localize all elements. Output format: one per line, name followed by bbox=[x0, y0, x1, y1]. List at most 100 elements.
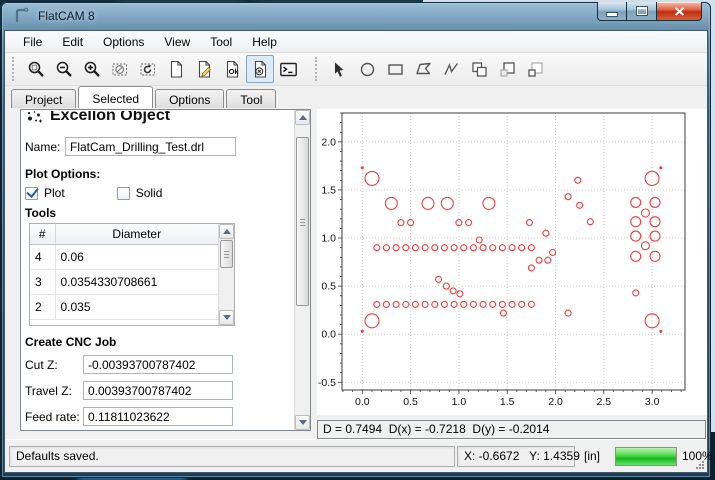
toolbar-editor-ok-button[interactable]: Ok bbox=[218, 55, 246, 83]
toolbar: Ok bbox=[5, 53, 707, 86]
toolbar-draw-rectangle-button[interactable] bbox=[381, 55, 409, 83]
toolbar-union-button[interactable] bbox=[465, 55, 493, 83]
resize-grip[interactable] bbox=[693, 458, 705, 470]
footer-note: Select from the tools section above bbox=[25, 428, 212, 431]
tab-options[interactable]: Options bbox=[155, 89, 224, 108]
shell-icon bbox=[279, 60, 298, 79]
toolbar-subtract-button[interactable] bbox=[493, 55, 521, 83]
toolbar-editor-cancel-button[interactable] bbox=[246, 55, 274, 83]
menu-options[interactable]: Options bbox=[93, 32, 154, 52]
table-cell[interactable]: 0.0354330708661 bbox=[55, 269, 219, 294]
title-bar[interactable]: FlatCAM 8 bbox=[1, 2, 711, 30]
toolbar-replot-button[interactable] bbox=[134, 55, 162, 83]
table-row[interactable]: 20.035 bbox=[30, 294, 219, 319]
checkbox-icon[interactable] bbox=[25, 187, 38, 200]
status-message: Defaults saved. bbox=[9, 446, 455, 467]
svg-text:-0.5: -0.5 bbox=[318, 377, 336, 389]
plot-canvas[interactable]: 0.00.51.01.52.02.53.02.01.51.00.50.0-0.5 bbox=[317, 109, 707, 415]
toolbar-clear-plot-button[interactable] bbox=[106, 55, 134, 83]
menu-help[interactable]: Help bbox=[242, 32, 287, 52]
scatter-plot[interactable]: 0.00.51.01.52.02.53.02.01.51.00.50.0-0.5 bbox=[317, 109, 707, 415]
svg-text:3.0: 3.0 bbox=[645, 396, 660, 408]
draw-rectangle-icon bbox=[386, 60, 405, 79]
panel-scrollbar[interactable] bbox=[294, 110, 310, 430]
replot-icon bbox=[139, 60, 158, 79]
table-row[interactable]: 30.0354330708661 bbox=[30, 269, 219, 294]
checkbox-icon[interactable] bbox=[117, 187, 130, 200]
name-label: Name: bbox=[25, 140, 65, 154]
edit-geometry-icon bbox=[195, 60, 214, 79]
toolbar-draw-path-button[interactable] bbox=[437, 55, 465, 83]
plot-options-label: Plot Options: bbox=[25, 167, 100, 181]
cut-z-row: Cut Z: bbox=[25, 355, 233, 374]
table-row[interactable]: 40.06 bbox=[30, 244, 219, 269]
toolbar-draw-polygon-button[interactable] bbox=[409, 55, 437, 83]
feed-rate-input[interactable] bbox=[83, 407, 233, 426]
units-label: [in] bbox=[584, 449, 600, 463]
svg-text:2.0: 2.0 bbox=[321, 136, 336, 148]
toolbar-intersect-button[interactable] bbox=[521, 55, 549, 83]
minimize-button[interactable] bbox=[597, 2, 627, 21]
measure-status: D = 0.7494 D(x) = -0.7218 D(y) = -0.2014 bbox=[317, 420, 706, 439]
toolbar-draw-circle-button[interactable] bbox=[353, 55, 381, 83]
scroll-up-icon[interactable] bbox=[219, 224, 234, 239]
cut-z-input[interactable] bbox=[83, 355, 233, 374]
svg-text:2.5: 2.5 bbox=[597, 396, 612, 408]
table-cell[interactable]: 4 bbox=[30, 244, 55, 269]
subtract-icon bbox=[498, 60, 517, 79]
toolbar-edit-geometry-button[interactable] bbox=[190, 55, 218, 83]
cut-z-label: Cut Z: bbox=[25, 358, 83, 372]
tools-table-header: #Diameter bbox=[30, 224, 219, 244]
tools-table: #Diameter 40.0630.035433070866120.035 bbox=[29, 223, 235, 326]
solid-checkbox[interactable]: Solid bbox=[117, 186, 163, 200]
maximize-button[interactable] bbox=[627, 2, 656, 21]
tools-label: Tools bbox=[25, 206, 56, 220]
menu-view[interactable]: View bbox=[154, 32, 200, 52]
menu-file[interactable]: File bbox=[13, 32, 52, 52]
name-input[interactable] bbox=[65, 137, 236, 156]
new-file-icon bbox=[167, 60, 186, 79]
close-button[interactable] bbox=[656, 2, 702, 21]
travel-z-label: Travel Z: bbox=[25, 384, 83, 398]
toolbar-new-file-button[interactable] bbox=[162, 55, 190, 83]
toolbar-zoom-in-button[interactable] bbox=[78, 55, 106, 83]
zoom-in-icon bbox=[83, 60, 102, 79]
travel-z-row: Travel Z: bbox=[25, 381, 233, 400]
toolbar-drag-handle[interactable] bbox=[12, 57, 16, 81]
table-cell[interactable]: 0.035 bbox=[55, 294, 219, 319]
table-cell[interactable]: 2 bbox=[30, 294, 55, 319]
menu-tool[interactable]: Tool bbox=[200, 32, 242, 52]
pointer-icon bbox=[330, 60, 349, 79]
scrollbar-thumb[interactable] bbox=[220, 240, 233, 268]
name-row: Name: bbox=[25, 137, 236, 156]
menu-edit[interactable]: Edit bbox=[52, 32, 93, 52]
travel-z-input[interactable] bbox=[83, 381, 233, 400]
toolbar-zoom-fit-button[interactable] bbox=[22, 55, 50, 83]
plot-checkbox[interactable]: Plot bbox=[25, 186, 65, 200]
toolbar-zoom-out-button[interactable] bbox=[50, 55, 78, 83]
svg-text:0.0: 0.0 bbox=[321, 329, 336, 341]
tab-tool[interactable]: Tool bbox=[226, 89, 276, 108]
table-cell[interactable]: 0.06 bbox=[55, 244, 219, 269]
clear-plot-icon bbox=[111, 60, 130, 79]
toolbar-shell-button[interactable] bbox=[274, 55, 302, 83]
svg-text:1.5: 1.5 bbox=[321, 184, 336, 196]
table-cell[interactable]: 3 bbox=[30, 269, 55, 294]
toolbar-drag-handle[interactable] bbox=[315, 57, 319, 81]
tab-project[interactable]: Project bbox=[11, 89, 76, 108]
tools-table-scrollbar[interactable] bbox=[218, 224, 234, 325]
scroll-down-icon[interactable] bbox=[295, 415, 310, 430]
scroll-down-icon[interactable] bbox=[219, 310, 234, 325]
scroll-up-icon[interactable] bbox=[295, 110, 310, 125]
scrollbar-thumb[interactable] bbox=[296, 137, 309, 306]
tab-selected[interactable]: Selected bbox=[78, 86, 153, 108]
progress-bar bbox=[615, 447, 677, 466]
window-title: FlatCAM 8 bbox=[38, 9, 95, 23]
column-header-diameter[interactable]: Diameter bbox=[55, 224, 219, 244]
close-icon bbox=[674, 7, 685, 16]
column-header-num[interactable]: # bbox=[30, 224, 55, 244]
maximize-icon bbox=[637, 7, 647, 15]
toolbar-pointer-button[interactable] bbox=[325, 55, 353, 83]
tab-bar: ProjectSelectedOptionsTool bbox=[5, 86, 707, 108]
editor-ok-icon: Ok bbox=[223, 60, 242, 79]
